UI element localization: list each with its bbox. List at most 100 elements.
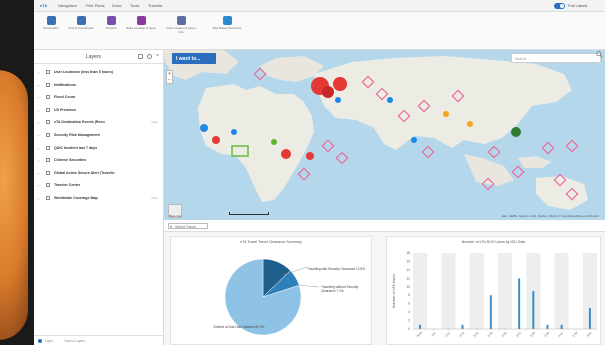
layer-visibility-checkbox[interactable] (46, 183, 50, 188)
tab-transfer[interactable]: Transfer (148, 3, 163, 8)
y-tick-label: 18 (406, 251, 410, 255)
pin-icon (106, 16, 116, 25)
bar (489, 295, 492, 329)
layer-item[interactable]: › User Locations (less than 5 hours) (38, 68, 162, 80)
map-search-input[interactable]: Search (511, 53, 601, 63)
x-tick-label: 2/14 (458, 331, 465, 338)
x-tick-label: 2/8 (431, 331, 437, 337)
layer-item[interactable]: › Notifications (38, 81, 162, 93)
tab-navigation[interactable]: Navigation (58, 3, 77, 8)
layer-item[interactable]: › Traveler Center (38, 181, 162, 193)
i-want-to-button[interactable]: I want to... (172, 53, 216, 64)
alert-marker (541, 141, 555, 155)
map-application: eTA Navigation Pick Plans Draw Tools Tra… (34, 0, 605, 345)
chart-band (554, 253, 569, 329)
layer-item[interactable]: › Security Risk Management (38, 131, 162, 143)
grid-coordinates-button[interactable]: Grid & Coordinates (64, 16, 98, 31)
layer-visibility-checkbox[interactable] (46, 158, 50, 163)
layer-footer-icon (38, 339, 42, 343)
layer-visibility-checkbox[interactable] (46, 196, 50, 200)
footer-tools-tab[interactable]: Tools & Layers (64, 339, 85, 343)
portrait-photo (0, 70, 28, 340)
layer-item[interactable]: › Flood Count (38, 93, 162, 105)
tab-draw[interactable]: Draw (112, 3, 121, 8)
scale-bar (229, 212, 269, 215)
read-location-button[interactable]: Read Location & Open (124, 16, 158, 31)
layer-label: Security Risk Management (54, 133, 100, 137)
land-mass (536, 176, 588, 210)
incident-marker (511, 127, 521, 137)
dashboard-panel: Select Travel eTA Travel Travel Clearanc… (164, 220, 605, 345)
tool-label: Read Location & Open (125, 26, 157, 30)
expand-chevron-icon[interactable]: › (38, 171, 39, 176)
map-view[interactable]: I want to... Search + − Basemap Esri, HER… (164, 50, 605, 220)
layer-item[interactable]: › Chinese Securities (38, 156, 162, 168)
search-icon[interactable] (596, 51, 603, 58)
layer-visibility-checkbox[interactable] (46, 82, 50, 87)
layer-more-link[interactable]: more (151, 196, 158, 200)
layer-item[interactable]: › eTA Destination Events (Recu more (38, 118, 162, 130)
land-mass (464, 154, 514, 186)
travel-select[interactable]: Select Travel (168, 223, 208, 229)
layer-item[interactable]: › Worldwide Coverage Map more (38, 194, 162, 206)
full-labels-toggle[interactable] (554, 3, 565, 9)
bar (461, 324, 464, 329)
layer-more-link[interactable]: more (151, 120, 158, 124)
bar (532, 291, 535, 329)
bookmarks-button[interactable]: Bookmarks (34, 16, 68, 31)
expand-chevron-icon[interactable]: › (38, 196, 39, 201)
tab-eta[interactable]: eTA (40, 3, 47, 8)
world-map[interactable] (164, 50, 605, 220)
pie-chart-title: eTA Travel Travel Clearance Summary (240, 240, 302, 244)
expand-chevron-icon[interactable]: › (38, 108, 39, 113)
tab-pick-plans[interactable]: Pick Plans (86, 3, 105, 8)
basemap-button[interactable]: Basemap (168, 204, 182, 218)
expand-chevron-icon[interactable]: › (38, 120, 39, 125)
layer-visibility-checkbox[interactable] (46, 95, 50, 100)
panel-footer: Layer Tools & Layers (34, 335, 164, 345)
incident-marker (322, 86, 334, 98)
incident-marker (306, 152, 314, 160)
expand-chevron-icon[interactable]: › (38, 158, 39, 163)
layer-options-icon[interactable] (138, 54, 143, 59)
x-tick-label: 2/25 (529, 331, 536, 338)
land-mass (314, 56, 572, 150)
expand-chevron-icon[interactable]: › (38, 133, 39, 138)
bar (560, 324, 563, 329)
pinpoint-button[interactable]: Pinpoint (94, 16, 128, 31)
close-icon[interactable]: × (156, 53, 161, 59)
expand-chevron-icon[interactable]: › (38, 83, 39, 88)
y-tick-label: 2 (408, 319, 410, 323)
layer-visibility-checkbox[interactable] (46, 120, 50, 125)
expand-chevron-icon[interactable]: › (38, 183, 39, 188)
risk-summary-button[interactable]: Risk Based Summary (210, 16, 244, 31)
layer-visibility-checkbox[interactable] (46, 133, 50, 137)
footer-layer-tab[interactable]: Layer (45, 339, 53, 343)
settings-icon[interactable] (147, 54, 152, 59)
ribbon-toolbar: Bookmarks Grid & Coordinates Pinpoint Re… (34, 12, 605, 50)
layer-item[interactable]: › QUIC Incident last 7 days (38, 144, 162, 156)
expand-chevron-icon[interactable]: › (38, 95, 39, 100)
layer-item[interactable]: › Global Active Secure Alert (Travelle (38, 169, 162, 181)
layer-visibility-checkbox[interactable] (46, 70, 50, 74)
screenshot-root: eTA Navigation Pick Plans Draw Tools Tra… (0, 0, 605, 345)
x-tick-label: 3/01 (586, 331, 593, 338)
expand-chevron-icon[interactable]: › (38, 70, 39, 75)
expand-chevron-icon[interactable]: › (38, 146, 39, 151)
layers-header: Layers × (34, 50, 164, 64)
zoom-control[interactable]: + − (166, 70, 173, 84)
tool-label: Risk Based Summary (212, 26, 242, 30)
alert-marker (565, 139, 579, 153)
tab-tools[interactable]: Tools (130, 3, 139, 8)
bar (518, 278, 521, 329)
layer-item[interactable]: › US Premises (38, 106, 162, 118)
layer-visibility-checkbox[interactable] (46, 107, 50, 112)
bar (546, 324, 549, 329)
layer-visibility-checkbox[interactable] (46, 170, 50, 175)
alert-marker (511, 165, 525, 179)
y-tick-label: 8 (408, 293, 410, 297)
layer-label: Notifications (54, 82, 76, 87)
incident-marker (335, 97, 341, 103)
find-location-button[interactable]: Find Location & Open Info (164, 16, 198, 34)
layer-visibility-checkbox[interactable] (46, 145, 50, 150)
